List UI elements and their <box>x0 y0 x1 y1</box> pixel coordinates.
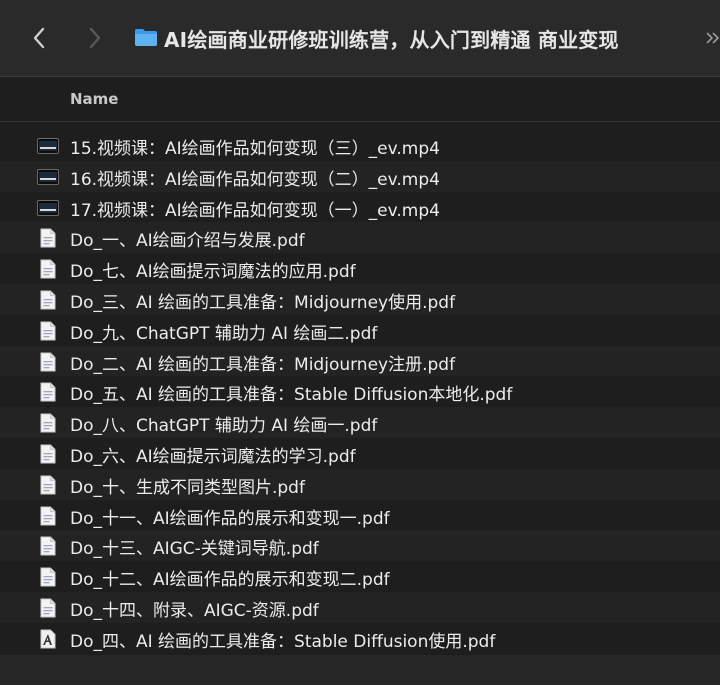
file-row[interactable]: Do_三、AI 绘画的工具准备：Midjourney使用.pdf <box>0 283 720 315</box>
pdf-file-icon <box>37 567 59 587</box>
file-name: Do_十一、AI绘画作品的展示和变现一.pdf <box>70 508 390 529</box>
file-row[interactable]: Do_四、AI 绘画的工具准备：Stable Diffusion使用.pdf <box>0 623 720 654</box>
file-name: Do_五、AI 绘画的工具准备：Stable Diffusion本地化.pdf <box>70 385 513 406</box>
file-row[interactable]: Do_八、ChatGPT 辅助力 AI 绘画一.pdf <box>0 407 720 438</box>
pdf-app-icon <box>37 629 59 649</box>
file-name: Do_六、AI绘画提示词魔法的学习.pdf <box>70 446 356 467</box>
file-row[interactable]: Do_七、AI绘画提示词魔法的应用.pdf <box>0 253 720 284</box>
pdf-file-icon <box>37 290 59 310</box>
pdf-file-icon <box>37 413 59 433</box>
list-header: Name <box>0 77 720 122</box>
file-name: Do_七、AI绘画提示词魔法的应用.pdf <box>70 262 356 283</box>
pdf-file-icon <box>37 536 59 556</box>
file-name: 15.视频课：AI绘画作品如何变现（三）_ev.mp4 <box>70 139 440 159</box>
folder-icon <box>135 29 157 46</box>
file-name: Do_十四、附录、AIGC-资源.pdf <box>70 600 319 621</box>
pdf-file-icon <box>37 506 59 526</box>
window-title: AI绘画商业研修班训练营，从入门到精通 商业变现 <box>164 28 619 52</box>
pdf-file-icon <box>37 475 59 495</box>
file-name: Do_十三、AIGC-关键词导航.pdf <box>70 539 319 560</box>
file-name: Do_十二、AI绘画作品的展示和变现二.pdf <box>70 570 390 591</box>
finder-toolbar: AI绘画商业研修班训练营，从入门到精通 商业变现 <box>0 0 720 77</box>
file-row[interactable]: 16.视频课：AI绘画作品如何变现（二）_ev.mp4 <box>0 160 720 192</box>
pdf-file-icon <box>37 321 59 341</box>
file-name: 16.视频课：AI绘画作品如何变现（二）_ev.mp4 <box>70 169 440 190</box>
file-row[interactable]: 15.视频课：AI绘画作品如何变现（三）_ev.mp4 <box>0 130 720 161</box>
file-row[interactable]: Do_十三、AIGC-关键词导航.pdf <box>0 530 720 562</box>
chevron-right-icon <box>89 27 101 49</box>
file-name: 17.视频课：AI绘画作品如何变现（一）_ev.mp4 <box>70 200 440 221</box>
file-name: Do_三、AI 绘画的工具准备：Midjourney使用.pdf <box>70 292 456 313</box>
back-button[interactable] <box>26 22 52 54</box>
toolbar-overflow-icon[interactable] <box>704 30 720 46</box>
status-strip <box>0 655 720 685</box>
file-row[interactable]: Do_二、AI 绘画的工具准备：Midjourney注册.pdf <box>0 345 720 377</box>
video-file-icon <box>37 167 59 187</box>
chevron-left-icon <box>33 27 45 49</box>
pdf-file-icon <box>37 228 59 248</box>
file-name: Do_八、ChatGPT 辅助力 AI 绘画一.pdf <box>70 416 378 437</box>
pdf-file-icon <box>37 352 59 372</box>
file-name: Do_二、AI 绘画的工具准备：Midjourney注册.pdf <box>70 354 456 375</box>
pdf-file-icon <box>37 444 59 464</box>
pdf-file-icon <box>37 259 59 279</box>
file-row[interactable]: Do_十、生成不同类型图片.pdf <box>0 468 720 500</box>
file-name: Do_九、ChatGPT 辅助力 AI 绘画二.pdf <box>70 323 378 344</box>
file-row[interactable]: 17.视频课：AI绘画作品如何变现（一）_ev.mp4 <box>0 192 720 223</box>
file-row[interactable]: Do_十一、AI绘画作品的展示和变现一.pdf <box>0 500 720 531</box>
name-column-header[interactable]: Name <box>70 90 118 108</box>
file-name: Do_一、AI绘画介绍与发展.pdf <box>70 231 305 252</box>
pdf-file-icon <box>37 598 59 618</box>
file-row[interactable]: Do_九、ChatGPT 辅助力 AI 绘画二.pdf <box>0 315 720 346</box>
file-row[interactable]: Do_十四、附录、AIGC-资源.pdf <box>0 591 720 623</box>
file-row[interactable]: Do_六、AI绘画提示词魔法的学习.pdf <box>0 438 720 469</box>
file-row[interactable]: Do_十二、AI绘画作品的展示和变现二.pdf <box>0 561 720 592</box>
file-row[interactable]: Do_五、AI 绘画的工具准备：Stable Diffusion本地化.pdf <box>0 376 720 407</box>
video-file-icon <box>37 136 59 156</box>
forward-button[interactable] <box>82 22 108 54</box>
file-name: Do_十、生成不同类型图片.pdf <box>70 477 305 498</box>
file-list: 15.视频课：AI绘画作品如何变现（三）_ev.mp4 16.视频课：AI绘画作… <box>0 130 720 654</box>
file-name: Do_四、AI 绘画的工具准备：Stable Diffusion使用.pdf <box>70 631 496 652</box>
pdf-file-icon <box>37 382 59 402</box>
video-file-icon <box>37 198 59 218</box>
file-row[interactable]: Do_一、AI绘画介绍与发展.pdf <box>0 222 720 254</box>
